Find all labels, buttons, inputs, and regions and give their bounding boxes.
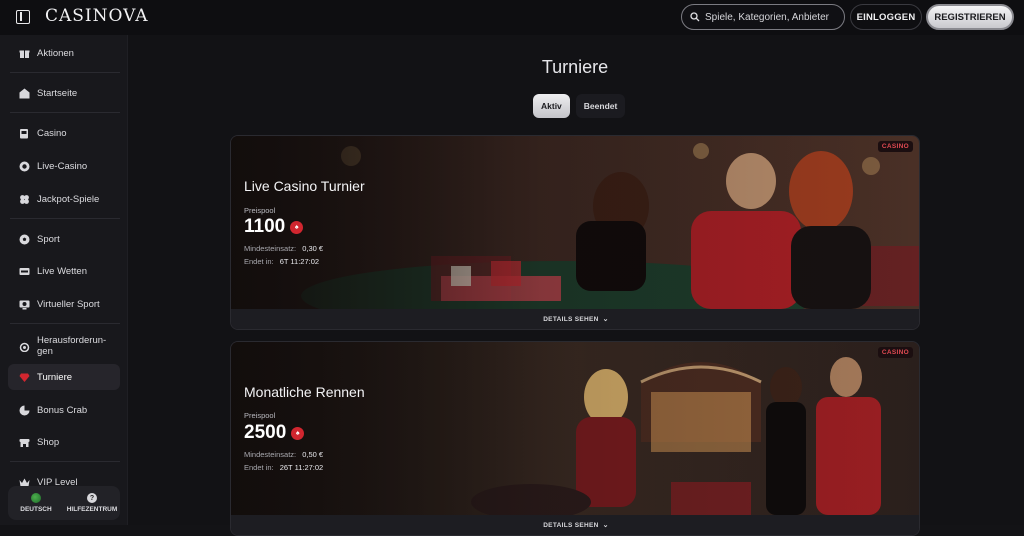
sidebar-item-label: Live-Casino [37, 160, 88, 172]
details-button[interactable]: DETAILS SEHEN ⌄ [231, 309, 919, 329]
sidebar-item-herausforderungen[interactable]: Herausforderun- gen [8, 331, 120, 361]
sidebar: Aktionen Startseite Casino Live-Casino J… [0, 35, 128, 525]
sidebar-item-casino[interactable]: Casino [8, 120, 120, 146]
sidebar-item-jackpot-spiele[interactable]: Jackpot-Spiele [8, 186, 120, 212]
min-bet-row: Mindesteinsatz: 0,30 € [244, 244, 323, 253]
ends-in-value: 6T 11:27:02 [279, 257, 320, 266]
details-button[interactable]: DETAILS SEHEN ⌄ [231, 515, 919, 535]
tab-aktiv[interactable]: Aktiv [533, 94, 570, 118]
spade-coin-icon: ♠ [291, 426, 305, 440]
min-bet-label: Mindesteinsatz: [244, 450, 297, 459]
prize-pool-label: Preispool [244, 206, 276, 215]
sidebar-item-label: Casino [37, 127, 67, 139]
prize-amount: 1100 [244, 216, 286, 237]
casino-badge: CASINO [877, 141, 913, 152]
sidebar-footer: DEUTSCH ? HILFEZENTRUM [8, 486, 120, 520]
sidebar-item-virtueller-sport[interactable]: Virtueller Sport [8, 291, 120, 317]
page-title: Turniere [541, 57, 609, 77]
clover-icon [18, 193, 30, 205]
sidebar-item-label: Turniere [37, 371, 73, 383]
live-icon [18, 265, 30, 277]
sidebar-item-startseite[interactable]: Startseite [8, 80, 120, 106]
tournament-banner-image [231, 136, 919, 309]
tab-beendet[interactable]: Beendet [575, 94, 626, 118]
sidebar-item-label: Herausforderun- gen [37, 335, 107, 357]
ends-in-label: Endet in: [244, 463, 274, 472]
sidebar-item-label: Virtueller Sport [37, 298, 100, 310]
chevron-down-icon: ⌄ [602, 522, 609, 529]
sidebar-item-label: Shop [37, 436, 60, 448]
sidebar-item-turniere[interactable]: Turniere [8, 364, 120, 390]
login-button[interactable]: EINLOGGEN [850, 4, 922, 30]
sidebar-item-label: Bonus Crab [37, 404, 88, 416]
sidebar-item-live-casino[interactable]: Live-Casino [8, 153, 120, 179]
sidebar-item-label: Aktionen [37, 47, 74, 59]
home-icon [18, 87, 30, 99]
sidebar-item-sport[interactable]: Sport [8, 226, 120, 252]
globe-icon [31, 493, 41, 503]
prize-amount: 2500 [244, 422, 287, 443]
register-button[interactable]: REGISTRIEREN [926, 4, 1014, 30]
help-icon: ? [87, 493, 97, 503]
tournament-tabs: Aktiv Beendet [533, 94, 626, 118]
min-bet-value: 0,50 € [302, 450, 324, 459]
sidebar-item-live-wetten[interactable]: Live Wetten [8, 258, 120, 284]
details-label: DETAILS SEHEN [543, 315, 599, 323]
gem-icon [18, 371, 30, 383]
ends-in-row: Endet in: 26T 11:27:02 [244, 463, 323, 472]
prize-pool-label: Preispool [244, 411, 276, 420]
ends-in-label: Endet in: [244, 257, 274, 266]
prize-pool-value: 1100 ♠ [244, 216, 304, 238]
sidebar-item-shop[interactable]: Shop [8, 429, 120, 455]
top-bar: CASINOVA EINLOGGEN REGISTRIEREN [0, 0, 1024, 35]
sidebar-divider [10, 112, 120, 113]
sidebar-divider [10, 461, 120, 462]
casino-badge: CASINO [877, 347, 913, 358]
gift-icon [18, 47, 30, 59]
shop-icon [18, 436, 30, 448]
min-bet-row: Mindesteinsatz: 0,50 € [244, 450, 323, 459]
sidebar-divider [10, 323, 120, 324]
details-label: DETAILS SEHEN [543, 521, 599, 529]
help-center-button[interactable]: ? HILFEZENTRUM [64, 486, 120, 520]
soccer-ball-icon [18, 233, 30, 245]
sidebar-item-label: Startseite [37, 87, 78, 99]
sidebar-item-bonus-crab[interactable]: Bonus Crab [8, 397, 120, 423]
tournament-card[interactable]: CASINO Live Casino Turnier Preispool 110… [230, 135, 920, 330]
tournament-card[interactable]: CASINO Monatliche Rennen Preispool 2500 … [230, 341, 920, 536]
tournament-banner-image [231, 342, 919, 515]
language-button[interactable]: DEUTSCH [8, 486, 64, 520]
chevron-down-icon: ⌄ [602, 316, 609, 323]
chip-icon [18, 160, 30, 172]
sidebar-item-label: Sport [37, 233, 60, 245]
ends-in-value: 26T 11:27:02 [279, 463, 324, 472]
crab-icon [18, 404, 30, 416]
search-icon [690, 12, 700, 22]
sidebar-divider [10, 72, 120, 73]
search-input[interactable] [705, 11, 840, 23]
help-center-label: HILFEZENTRUM [66, 506, 118, 513]
sidebar-divider [10, 218, 120, 219]
sidebar-toggle-icon[interactable] [16, 10, 30, 24]
min-bet-label: Mindesteinsatz: [244, 244, 297, 253]
sidebar-item-label: Jackpot-Spiele [37, 193, 100, 205]
min-bet-value: 0,30 € [302, 244, 324, 253]
virtual-sport-icon [18, 298, 30, 310]
tournament-title: Monatliche Rennen [244, 384, 365, 400]
sidebar-item-label: Live Wetten [37, 265, 87, 277]
slot-machine-icon [18, 127, 30, 139]
casinova-logo[interactable]: CASINOVA [45, 6, 149, 26]
language-label: DEUTSCH [20, 506, 52, 513]
medal-icon [18, 340, 30, 352]
spade-coin-icon: ♠ [290, 220, 304, 234]
tournament-title: Live Casino Turnier [244, 178, 365, 194]
main-content: Turniere Aktiv Beendet CASINO Live Casin… [128, 35, 1024, 536]
search-box[interactable] [681, 4, 845, 30]
sidebar-item-aktionen[interactable]: Aktionen [8, 40, 120, 66]
prize-pool-value: 2500 ♠ [244, 422, 305, 444]
ends-in-row: Endet in: 6T 11:27:02 [244, 257, 319, 266]
